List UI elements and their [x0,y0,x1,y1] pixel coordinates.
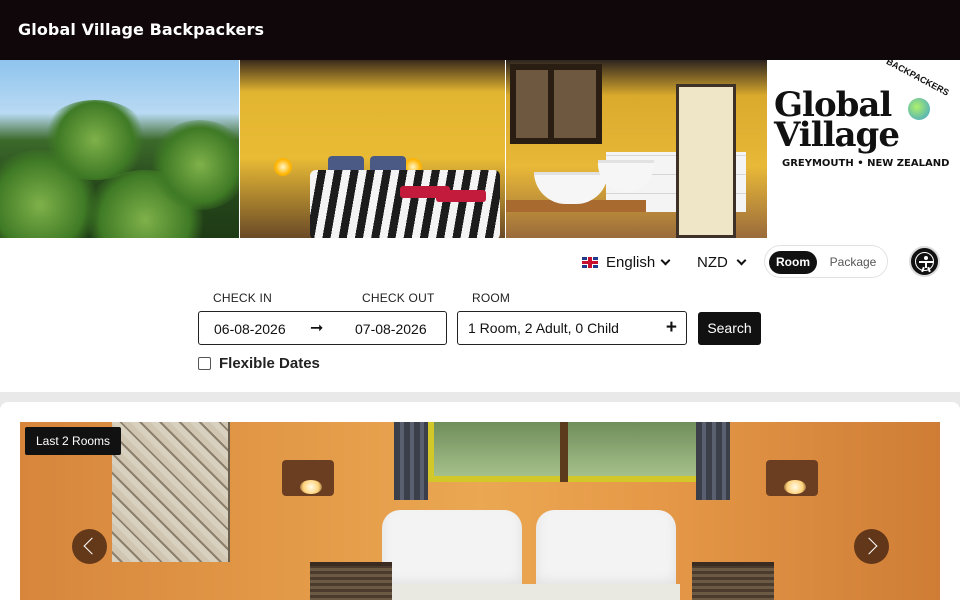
logo-line-2: Village [774,115,900,155]
chevron-down-icon [660,255,671,265]
nightstand-shape [692,562,774,600]
search-button[interactable]: Search [698,312,761,345]
room-package-toggle: Room Package [764,245,888,278]
banner-logo-panel[interactable]: BACKPACKERS Global Village GREYMOUTH • N… [768,60,960,238]
plus-icon[interactable]: + [666,317,677,339]
tree-shape [150,120,239,210]
flexible-dates-label: Flexible Dates [219,355,320,372]
uk-flag-icon [582,256,598,268]
banner-photo-forest[interactable] [0,60,240,238]
logo-globe-icon [908,98,930,120]
chevron-left-icon [83,537,101,555]
pillow-shape [382,510,522,590]
wall-tapestry-shape [112,422,230,562]
language-label: English [606,253,656,271]
logo-tagline: GREYMOUTH • NEW ZEALAND [782,158,950,169]
wall-lamp-shape [282,460,334,496]
towel-shape [436,190,486,202]
accessibility-button[interactable] [909,246,940,277]
mirror-shape [548,64,602,144]
check-out-label: CHECK OUT [362,291,435,305]
tree-shape [40,100,150,180]
carousel-prev-button[interactable] [72,529,107,564]
flexible-dates-option[interactable]: Flexible Dates [198,355,320,372]
bed-shape [310,170,500,238]
wall-lamp-shape [766,460,818,496]
banner-photo-bathroom[interactable] [506,60,768,238]
top-header: Global Village Backpackers [0,0,960,60]
carousel-next-button[interactable] [854,529,889,564]
language-selector[interactable]: English [582,252,671,272]
banner-gallery: BACKPACKERS Global Village GREYMOUTH • N… [0,60,960,238]
pillow-shape [536,510,676,590]
nightstand-shape [310,562,392,600]
window-shape [428,422,704,482]
curtain-shape [696,422,730,500]
icon-part [924,256,928,260]
chevron-right-icon [860,537,878,555]
availability-badge: Last 2 Rooms [25,427,122,455]
check-in-label: CHECK IN [213,291,272,305]
global-village-logo: BACKPACKERS Global Village GREYMOUTH • N… [774,60,954,169]
room-photo[interactable] [20,422,940,600]
site-title[interactable]: Global Village Backpackers [18,20,264,39]
room-guest-selector[interactable]: 1 Room, 2 Adult, 0 Child + [457,311,687,345]
toggle-package-option[interactable]: Package [825,251,881,274]
date-range-picker[interactable]: 06-08-2026 ➞ 07-08-2026 [198,311,447,345]
room-label: ROOM [472,291,511,305]
check-out-date[interactable]: 07-08-2026 [355,321,427,337]
flexible-dates-checkbox[interactable] [198,357,211,370]
currency-label: NZD [697,253,728,271]
toggle-room-option[interactable]: Room [769,251,817,274]
currency-selector[interactable]: NZD [697,252,747,272]
door-shape [676,84,736,238]
lamp-shape [274,158,292,176]
curtain-shape [394,422,428,500]
arrow-right-icon: ➞ [310,320,324,337]
banner-photo-bedroom[interactable] [240,60,506,238]
room-guest-summary: 1 Room, 2 Adult, 0 Child [468,320,619,336]
check-in-date[interactable]: 06-08-2026 [214,321,286,337]
chevron-down-icon [736,255,747,265]
